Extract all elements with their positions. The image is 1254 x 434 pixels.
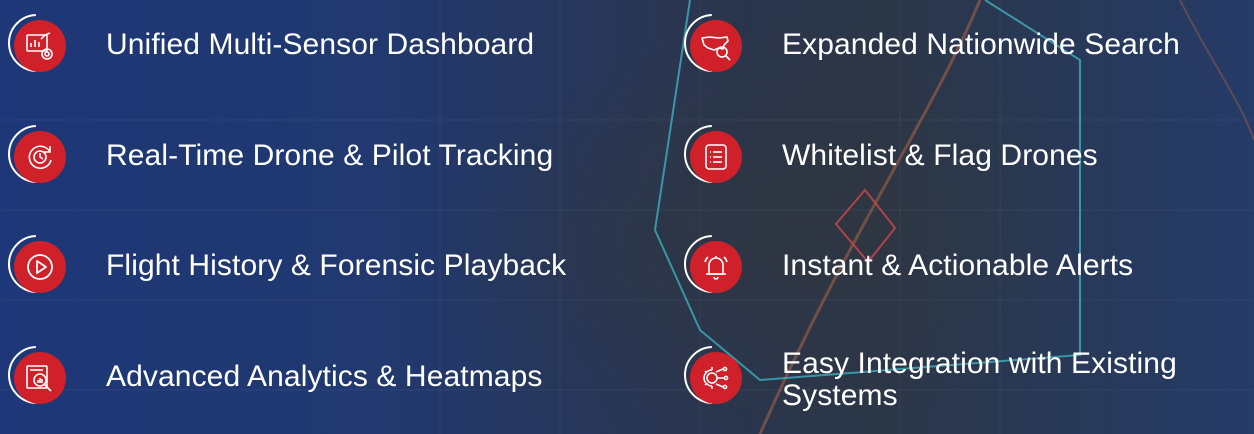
gear-circuit-icon [703, 366, 729, 390]
feature-label: Instant & Actionable Alerts [782, 249, 1134, 282]
clock-refresh-icon [28, 145, 52, 169]
feature-whitelist-flag: Whitelist & Flag Drones [684, 125, 1098, 187]
feature-unified-dashboard: Unified Multi-Sensor Dashboard [8, 14, 534, 76]
dashboard-analytics-icon [26, 32, 53, 60]
list-document-icon [705, 144, 727, 170]
feature-label: Flight History & Forensic Playback [106, 249, 567, 282]
feature-easy-integration: Easy Integration with Existing Systems [684, 346, 1252, 412]
feature-label: Advanced Analytics & Heatmaps [106, 360, 543, 393]
feature-label: Expanded Nationwide Search [782, 28, 1180, 61]
feature-label: Whitelist & Flag Drones [782, 139, 1098, 172]
feature-label: Easy Integration with Existing Systems [782, 347, 1177, 412]
feature-advanced-analytics: Advanced Analytics & Heatmaps [8, 346, 542, 408]
report-magnifier-icon [26, 365, 52, 392]
feature-badge [8, 346, 70, 408]
feature-badge [684, 125, 746, 187]
play-circle-icon [27, 254, 53, 280]
bell-alert-icon [704, 256, 728, 280]
feature-badge [684, 235, 746, 297]
feature-badge [8, 14, 70, 76]
feature-realtime-tracking: Real-Time Drone & Pilot Tracking [8, 125, 553, 187]
feature-flight-history: Flight History & Forensic Playback [8, 235, 566, 297]
feature-badge [8, 235, 70, 297]
feature-nationwide-search: Expanded Nationwide Search [684, 14, 1180, 76]
feature-instant-alerts: Instant & Actionable Alerts [684, 235, 1133, 297]
feature-label: Real-Time Drone & Pilot Tracking [106, 139, 554, 172]
feature-label: Unified Multi-Sensor Dashboard [106, 28, 535, 61]
feature-badge [8, 125, 70, 187]
us-map-search-icon [701, 36, 731, 61]
feature-badge [684, 346, 746, 408]
feature-badge [684, 14, 746, 76]
